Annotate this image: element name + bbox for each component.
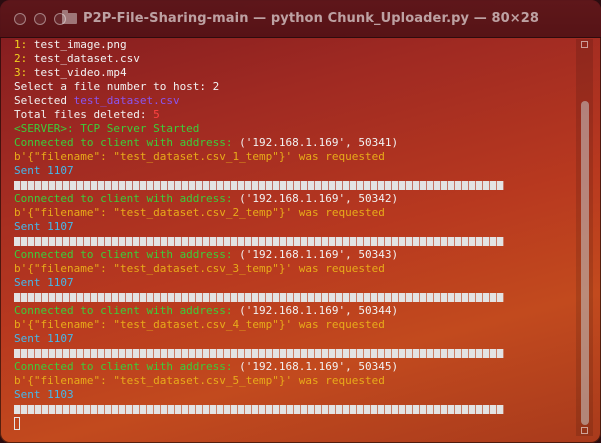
request-line: b'{"filename": "test_dataset.csv_2_temp"…	[14, 206, 385, 219]
separator-line	[14, 178, 574, 192]
separator-line	[14, 234, 574, 248]
separator-line	[14, 290, 574, 304]
client-address: ('192.168.1.169', 50344)	[239, 304, 399, 317]
file-option-name: test_image.png	[27, 38, 127, 51]
deleted-line: Total files deleted: 5	[14, 108, 574, 122]
window-title: P2P-File-Sharing-main — python Chunk_Upl…	[82, 11, 540, 26]
scroll-up-icon[interactable]	[581, 41, 588, 48]
file-option-name: test_video.mp4	[27, 66, 127, 79]
file-option-2: 2: test_dataset.csv	[14, 52, 574, 66]
folder-icon	[61, 10, 77, 24]
connection-line: Connected to client with address: ('192.…	[14, 136, 574, 150]
file-option-number: 2:	[14, 52, 28, 65]
sent-line: Sent 1107	[14, 220, 74, 233]
cursor-line	[14, 416, 574, 430]
client-address: ('192.168.1.169', 50342)	[239, 192, 399, 205]
window-title-container: P2P-File-Sharing-main — python Chunk_Upl…	[0, 0, 601, 37]
client-address: ('192.168.1.169', 50341)	[239, 136, 399, 149]
vertical-scrollbar[interactable]	[576, 39, 593, 436]
file-option-1: 1: test_image.png	[14, 38, 574, 52]
deleted-count: 5	[153, 108, 160, 121]
client-address: ('192.168.1.169', 50345)	[239, 360, 399, 373]
server-status: <SERVER>: TCP Server Started	[14, 122, 200, 135]
file-option-number: 1:	[14, 38, 28, 51]
request-line: b'{"filename": "test_dataset.csv_3_temp"…	[14, 262, 385, 275]
connection-line: Connected to client with address: ('192.…	[14, 248, 574, 262]
connected-label: Connected to client with address:	[14, 136, 240, 149]
file-option-number: 3:	[14, 66, 28, 79]
selected-file-name: test_dataset.csv	[73, 94, 180, 107]
host-prompt: Select a file number to host: 2	[14, 80, 220, 93]
connected-label: Connected to client with address:	[14, 360, 240, 373]
request-line: b'{"filename": "test_dataset.csv_5_temp"…	[14, 374, 385, 387]
sent-line: Sent 1103	[14, 388, 74, 401]
scrollbar-thumb[interactable]	[581, 101, 589, 425]
request-line: b'{"filename": "test_dataset.csv_1_temp"…	[14, 150, 385, 163]
sent-line: Sent 1107	[14, 164, 74, 177]
request-line: b'{"filename": "test_dataset.csv_4_temp"…	[14, 318, 385, 331]
connection-line: Connected to client with address: ('192.…	[14, 192, 574, 206]
separator-line	[14, 402, 574, 416]
sent-line: Sent 1107	[14, 276, 74, 289]
deleted-label: Total files deleted:	[14, 108, 154, 121]
connected-label: Connected to client with address:	[14, 248, 240, 261]
selected-label: Selected	[14, 94, 74, 107]
connected-label: Connected to client with address:	[14, 192, 240, 205]
connected-label: Connected to client with address:	[14, 304, 240, 317]
terminal-output[interactable]: 1: test_image.png 2: test_dataset.csv 3:…	[14, 38, 574, 438]
selected-line: Selected test_dataset.csv	[14, 94, 574, 108]
title-bar: P2P-File-Sharing-main — python Chunk_Upl…	[0, 0, 601, 38]
terminal-window: P2P-File-Sharing-main — python Chunk_Upl…	[0, 0, 601, 443]
sent-line: Sent 1107	[14, 332, 74, 345]
separator-line	[14, 346, 574, 360]
connection-line: Connected to client with address: ('192.…	[14, 360, 574, 374]
client-address: ('192.168.1.169', 50343)	[239, 248, 399, 261]
connection-line: Connected to client with address: ('192.…	[14, 304, 574, 318]
terminal-cursor	[14, 417, 20, 430]
file-option-name: test_dataset.csv	[27, 52, 140, 65]
file-option-3: 3: test_video.mp4	[14, 66, 574, 80]
scroll-down-icon[interactable]	[581, 427, 588, 434]
